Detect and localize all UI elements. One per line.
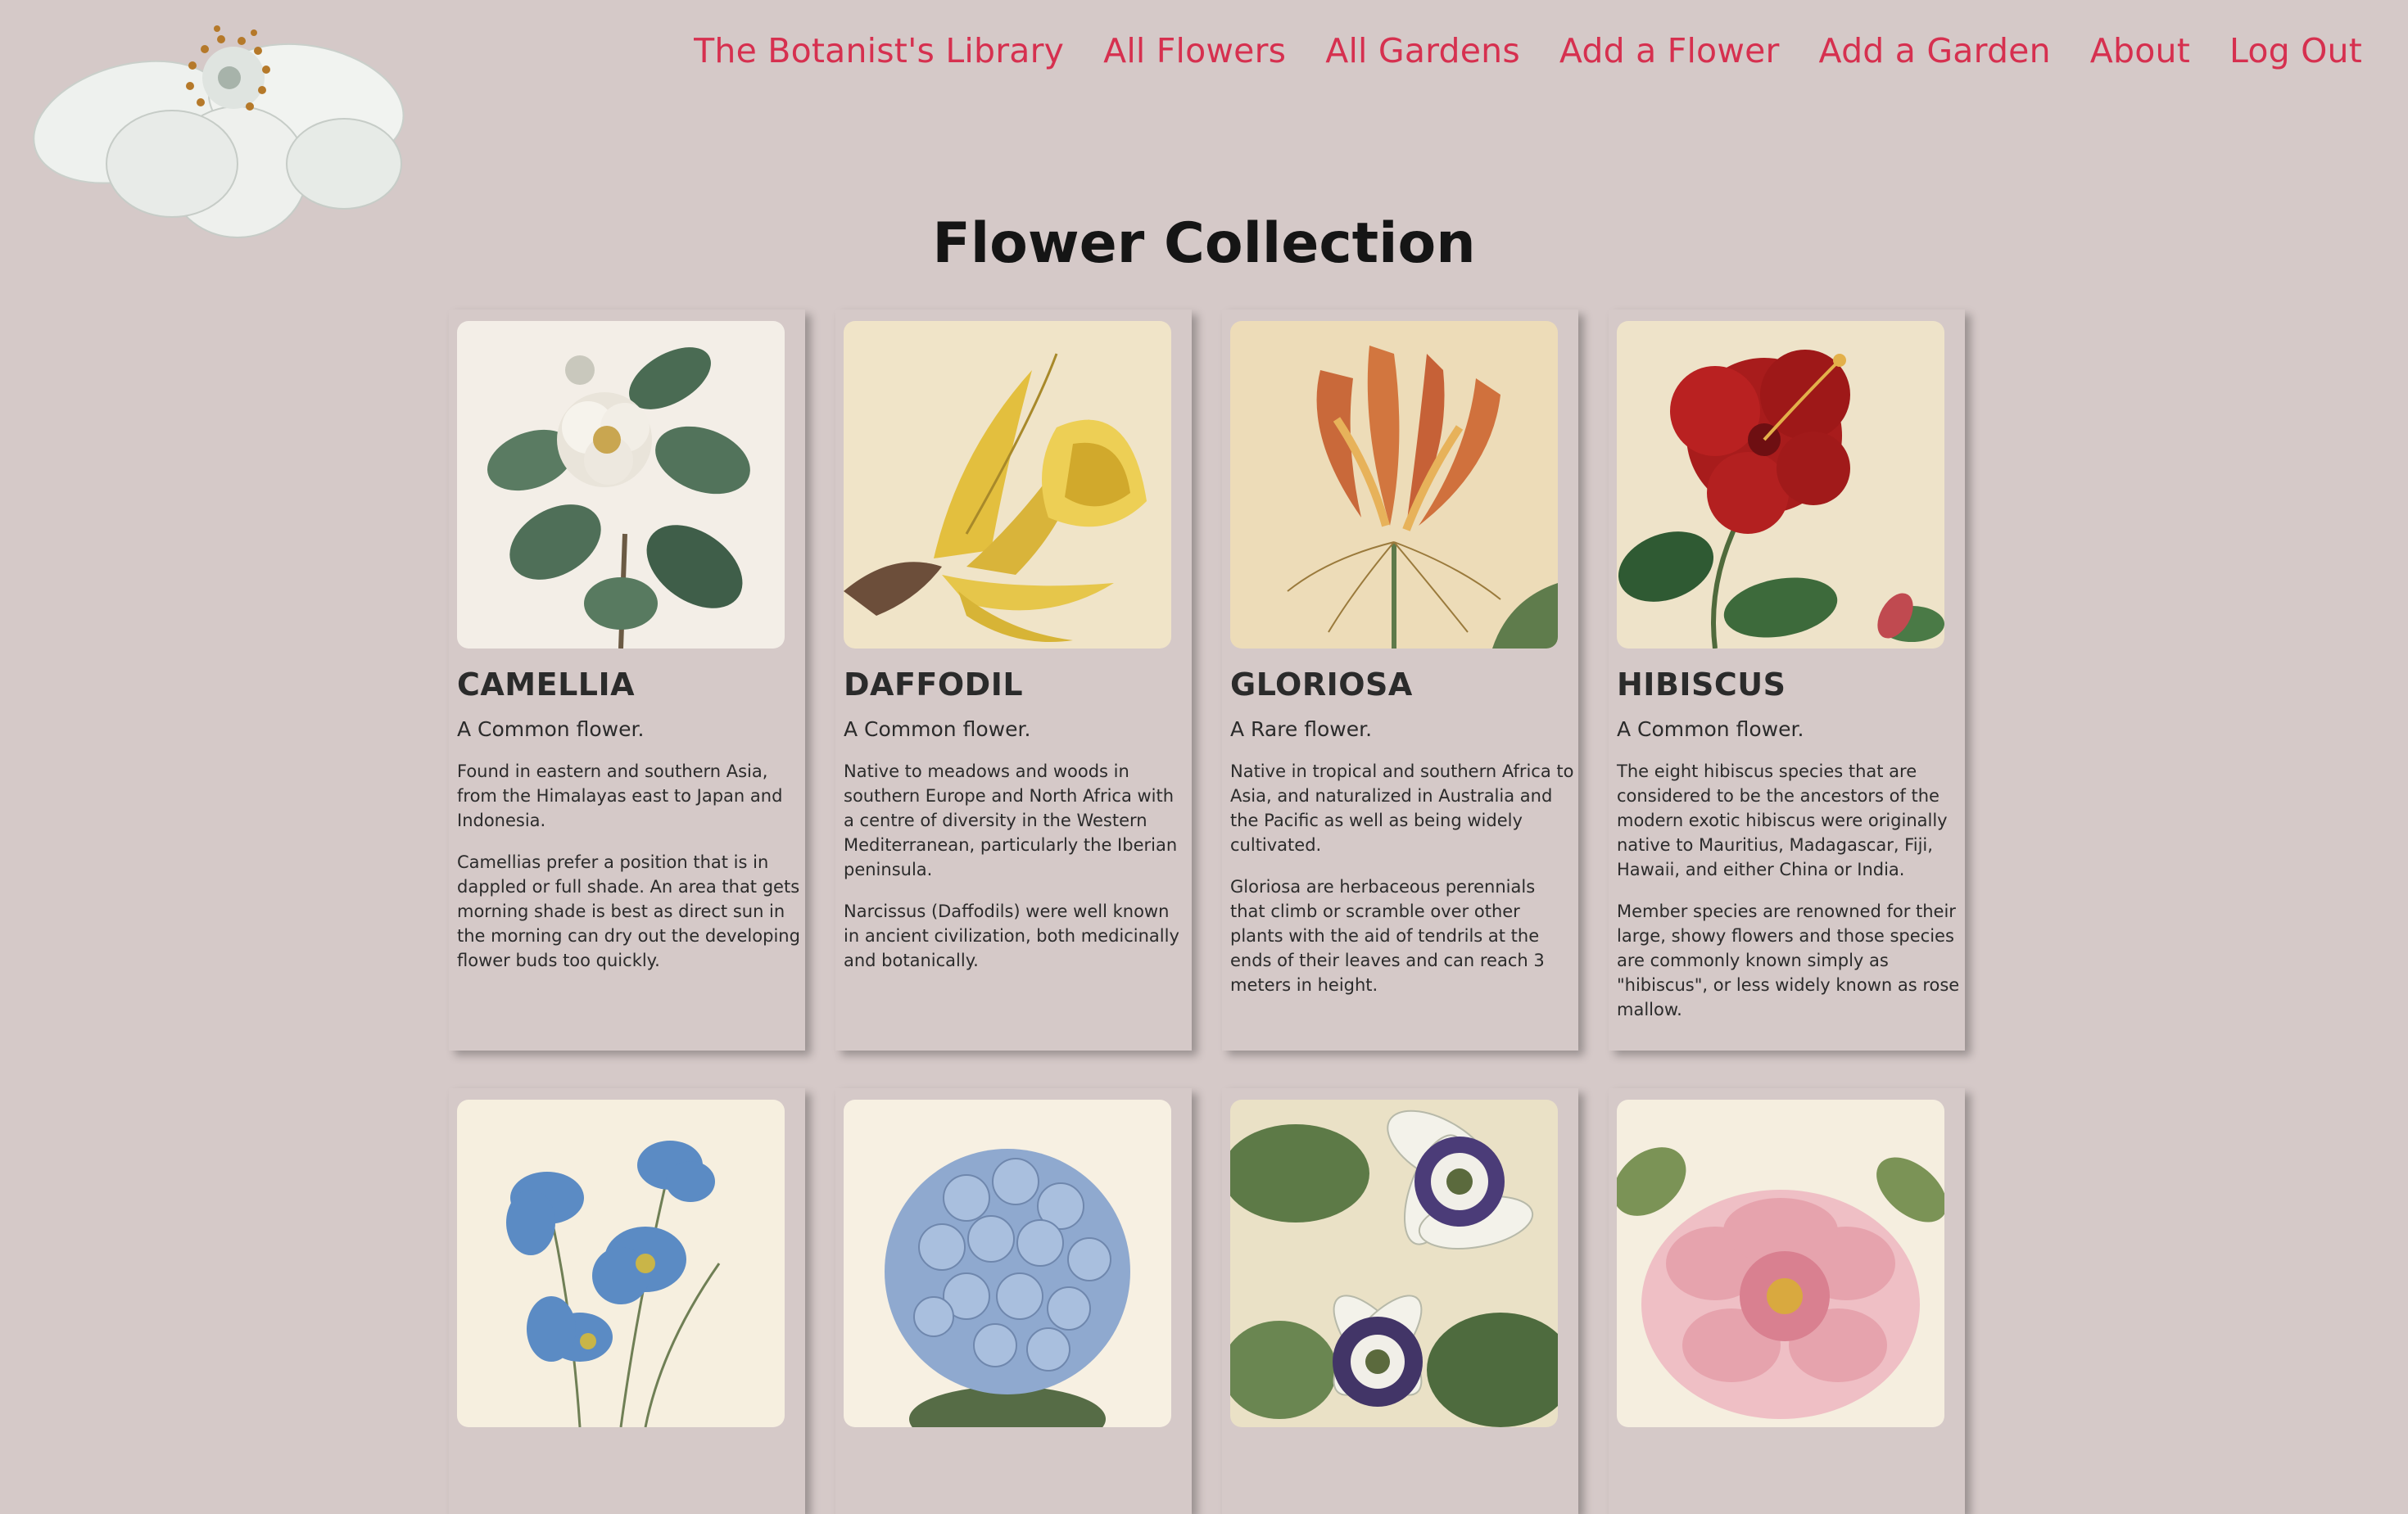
flower-description: Member species are renowned for their la… <box>1617 902 1960 1019</box>
flower-card[interactable] <box>835 1088 1192 1514</box>
flower-name: CAMELLIA <box>457 667 636 703</box>
flower-description: Camellias prefer a position that is in d… <box>457 852 800 970</box>
flower-card[interactable]: GLORIOSA A Rare flower. Native in tropic… <box>1222 310 1578 1051</box>
flower-rarity: A Common flower. <box>457 717 645 741</box>
flower-card[interactable] <box>1609 1088 1965 1514</box>
blue-poppy-image[interactable] <box>457 1100 785 1427</box>
nav-link-home[interactable]: The Botanist's Library <box>694 31 1064 70</box>
gloriosa-image[interactable] <box>1230 321 1558 649</box>
daffodil-image[interactable] <box>844 321 1171 649</box>
flower-description: Narcissus (Daffodils) were well known in… <box>844 902 1179 970</box>
flower-card[interactable] <box>1222 1088 1578 1514</box>
hibiscus-image[interactable] <box>1617 321 1944 649</box>
flower-name: GLORIOSA <box>1230 667 1413 703</box>
nav-link-all-flowers[interactable]: All Flowers <box>1103 31 1286 70</box>
flower-rarity: A Common flower. <box>844 717 1031 741</box>
flower-card[interactable]: CAMELLIA A Common flower. Found in easte… <box>449 310 805 1051</box>
flower-origin: Found in eastern and southern Asia, from… <box>457 762 783 830</box>
flower-rarity: A Rare flower. <box>1230 717 1373 741</box>
nav-link-log-out[interactable]: Log Out <box>2229 31 2362 70</box>
flower-rarity: A Common flower. <box>1617 717 1804 741</box>
flower-card[interactable] <box>449 1088 805 1514</box>
hydrangea-image[interactable] <box>844 1100 1171 1427</box>
flower-card[interactable]: HIBISCUS A Common flower. The eight hibi… <box>1609 310 1965 1051</box>
flower-card[interactable]: DAFFODIL A Common flower. Native to mead… <box>835 310 1192 1051</box>
flower-origin: Native to meadows and woods in southern … <box>844 762 1178 879</box>
main-nav: The Botanist's Library All Flowers All G… <box>694 31 2362 70</box>
nav-link-add-flower[interactable]: Add a Flower <box>1559 31 1780 70</box>
nav-link-all-gardens[interactable]: All Gardens <box>1325 31 1520 70</box>
nav-link-add-garden[interactable]: Add a Garden <box>1819 31 2051 70</box>
flower-name: HIBISCUS <box>1617 667 1786 703</box>
page-title: Flower Collection <box>932 211 1476 276</box>
passionflower-image[interactable] <box>1230 1100 1558 1427</box>
camellia-image[interactable] <box>457 321 785 649</box>
flower-description: Gloriosa are herbaceous perennials that … <box>1230 877 1545 995</box>
peony-image[interactable] <box>1617 1100 1944 1427</box>
nav-link-about[interactable]: About <box>2090 31 2190 70</box>
white-flower-logo <box>33 25 405 238</box>
flower-name: DAFFODIL <box>844 667 1024 703</box>
flower-grid: CAMELLIA A Common flower. Found in easte… <box>449 310 1965 1514</box>
flower-origin: The eight hibiscus species that are cons… <box>1617 762 1948 879</box>
flower-origin: Native in tropical and southern Africa t… <box>1230 762 1574 855</box>
